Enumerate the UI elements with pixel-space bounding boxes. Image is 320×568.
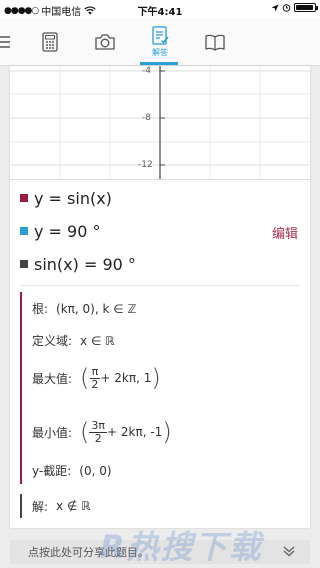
calculator-icon — [42, 32, 58, 52]
roots-key: 根: — [32, 302, 49, 316]
watermark-logo: R热搜下载 — [100, 528, 263, 566]
roots-value: (kπ, 0), k ∈ ℤ — [56, 301, 137, 316]
fraction: π 2 — [89, 364, 101, 391]
fraction-numerator: 3π — [89, 418, 108, 433]
edit-button[interactable]: 编辑 — [272, 223, 298, 242]
status-bar: ●●●●○ 中国电信 下午4:41 — [0, 0, 320, 18]
chevron-down-icon — [283, 546, 295, 557]
solution-key: 解: — [32, 499, 49, 514]
result-card: -4 -8 -12 y = sin(x) y = 90 ° 编辑 sin(x) … — [10, 66, 310, 528]
active-tab-indicator — [140, 62, 178, 65]
equation-text: y = 90 ° — [34, 221, 101, 241]
fraction-numerator: π — [89, 364, 101, 379]
status-right — [271, 3, 318, 12]
equation-2[interactable]: y = 90 ° — [20, 219, 101, 243]
open-paren: ( — [80, 418, 90, 446]
fraction-denominator: 2 — [91, 377, 99, 391]
book-icon — [205, 34, 225, 51]
maximum-row: 最大值: ( π 2 + 2kπ, 1 ) — [32, 362, 161, 394]
domain-row: 定义域: x ∈ ℝ — [32, 332, 115, 349]
domain-key: 定义域: — [32, 334, 73, 348]
open-paren: ( — [80, 364, 90, 392]
solution-value: x ∉ ℝ — [56, 499, 91, 513]
y-intercept-value: (0, 0) — [79, 463, 112, 478]
solution-row: 解: x ∉ ℝ — [20, 494, 91, 518]
y-intercept-row: y-截距: (0, 0) — [32, 462, 112, 479]
battery-icon — [294, 3, 318, 12]
y-tick-label: -12 — [138, 160, 153, 170]
equation-text: y = sin(x) — [34, 188, 112, 208]
equation-text: sin(x) = 90 ° — [34, 254, 136, 274]
fraction-denominator: 2 — [94, 431, 102, 445]
divider — [20, 285, 300, 286]
y-tick-label: -4 — [142, 66, 151, 76]
equation-3[interactable]: sin(x) = 90 ° — [20, 252, 136, 276]
y-intercept-key: y-截距: — [32, 464, 72, 478]
solve-icon — [152, 26, 169, 45]
close-paren: ) — [162, 418, 172, 446]
maximum-rest: + 2kπ, 1 — [100, 371, 152, 385]
calculator-button[interactable] — [30, 18, 70, 66]
equation-1[interactable]: y = sin(x) — [20, 186, 112, 210]
series-color-swatch — [20, 194, 28, 202]
alarm-icon — [282, 4, 291, 12]
series-color-swatch — [20, 227, 28, 235]
minimum-key: 最小值: — [32, 425, 73, 440]
camera-button[interactable] — [85, 18, 125, 66]
close-paren: ) — [151, 364, 161, 392]
menu-button[interactable] — [0, 18, 22, 66]
fraction: 3π 2 — [89, 418, 108, 445]
results-panel: 根: (kπ, 0), k ∈ ℤ 定义域: x ∈ ℝ 最大值: ( π 2 … — [20, 292, 298, 484]
graph-grid — [10, 66, 310, 179]
maximum-key: 最大值: — [32, 371, 73, 386]
minimum-rest: + 2kπ, -1 — [107, 425, 163, 439]
top-toolbar: 解答 — [0, 18, 320, 66]
minimum-row: 最小值: ( 3π 2 + 2kπ, -1 ) — [32, 416, 172, 448]
menu-icon — [0, 36, 10, 48]
book-button[interactable] — [195, 18, 235, 66]
location-icon — [271, 4, 279, 11]
solve-tab[interactable]: 解答 — [140, 18, 180, 66]
graph-area[interactable]: -4 -8 -12 — [10, 66, 310, 180]
series-color-swatch — [20, 260, 28, 268]
battery-fill — [296, 5, 313, 10]
solve-tab-label: 解答 — [152, 48, 168, 57]
camera-icon — [95, 34, 115, 50]
roots-row: 根: (kπ, 0), k ∈ ℤ — [32, 300, 136, 317]
domain-value: x ∈ ℝ — [80, 333, 115, 348]
y-tick-label: -8 — [142, 113, 151, 123]
